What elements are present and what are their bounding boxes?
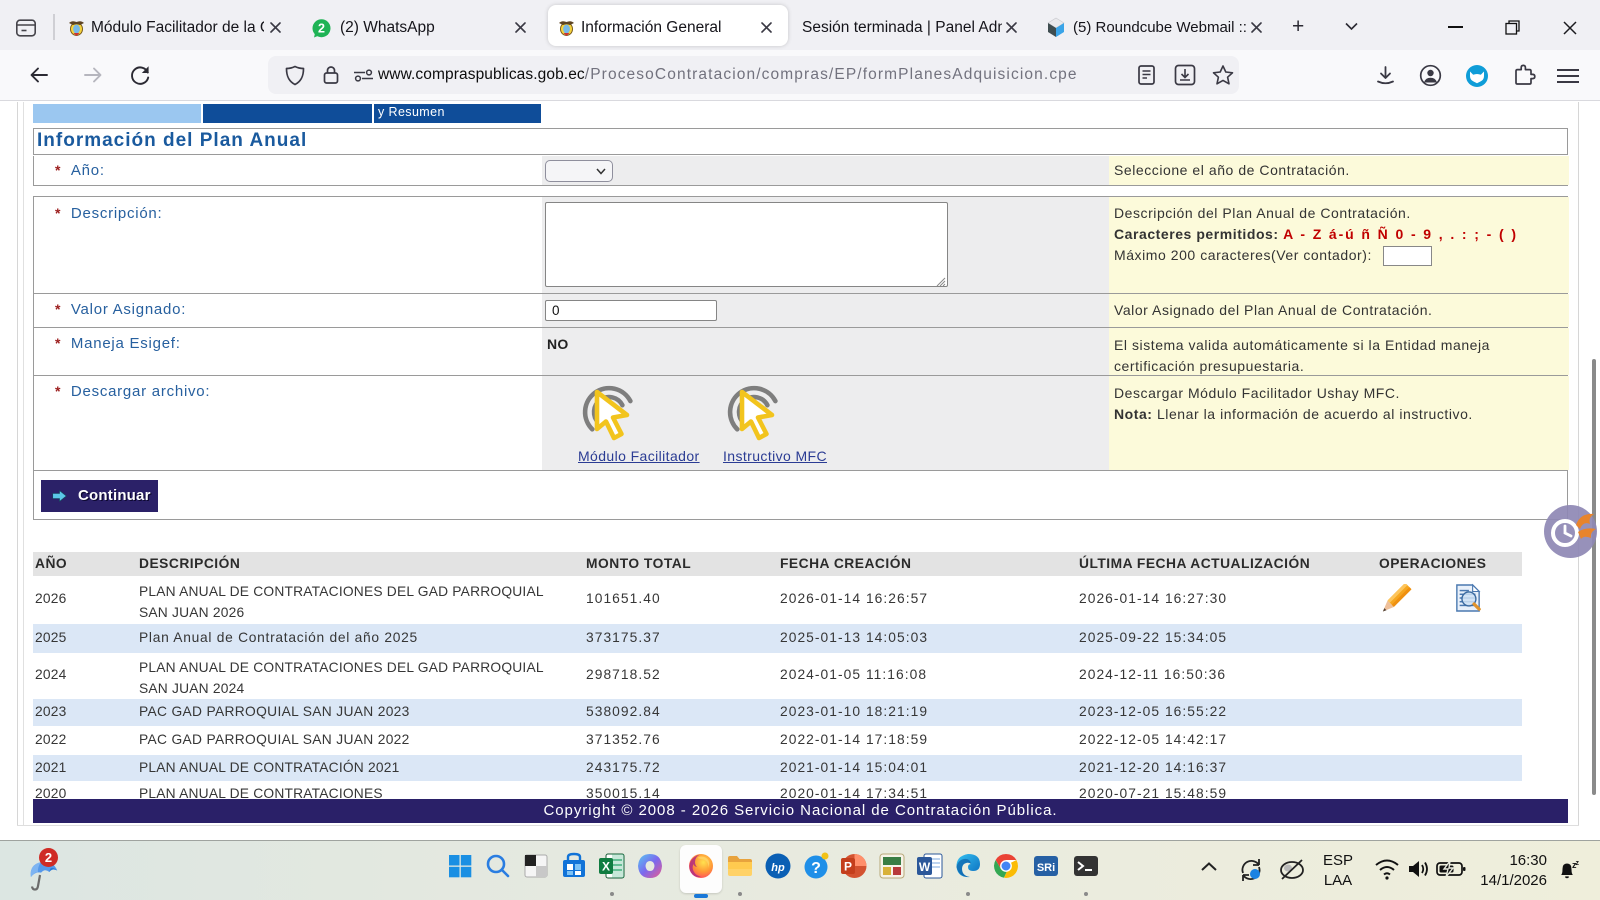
svg-text:hp: hp (771, 862, 785, 874)
svg-text:SRi: SRi (1037, 862, 1055, 874)
svg-text:z: z (1576, 860, 1580, 867)
svg-text:P: P (844, 860, 852, 874)
svg-text:W: W (919, 860, 931, 874)
svg-text:X: X (602, 860, 610, 874)
svg-text:2: 2 (318, 22, 325, 36)
svg-text:?: ? (811, 860, 821, 877)
